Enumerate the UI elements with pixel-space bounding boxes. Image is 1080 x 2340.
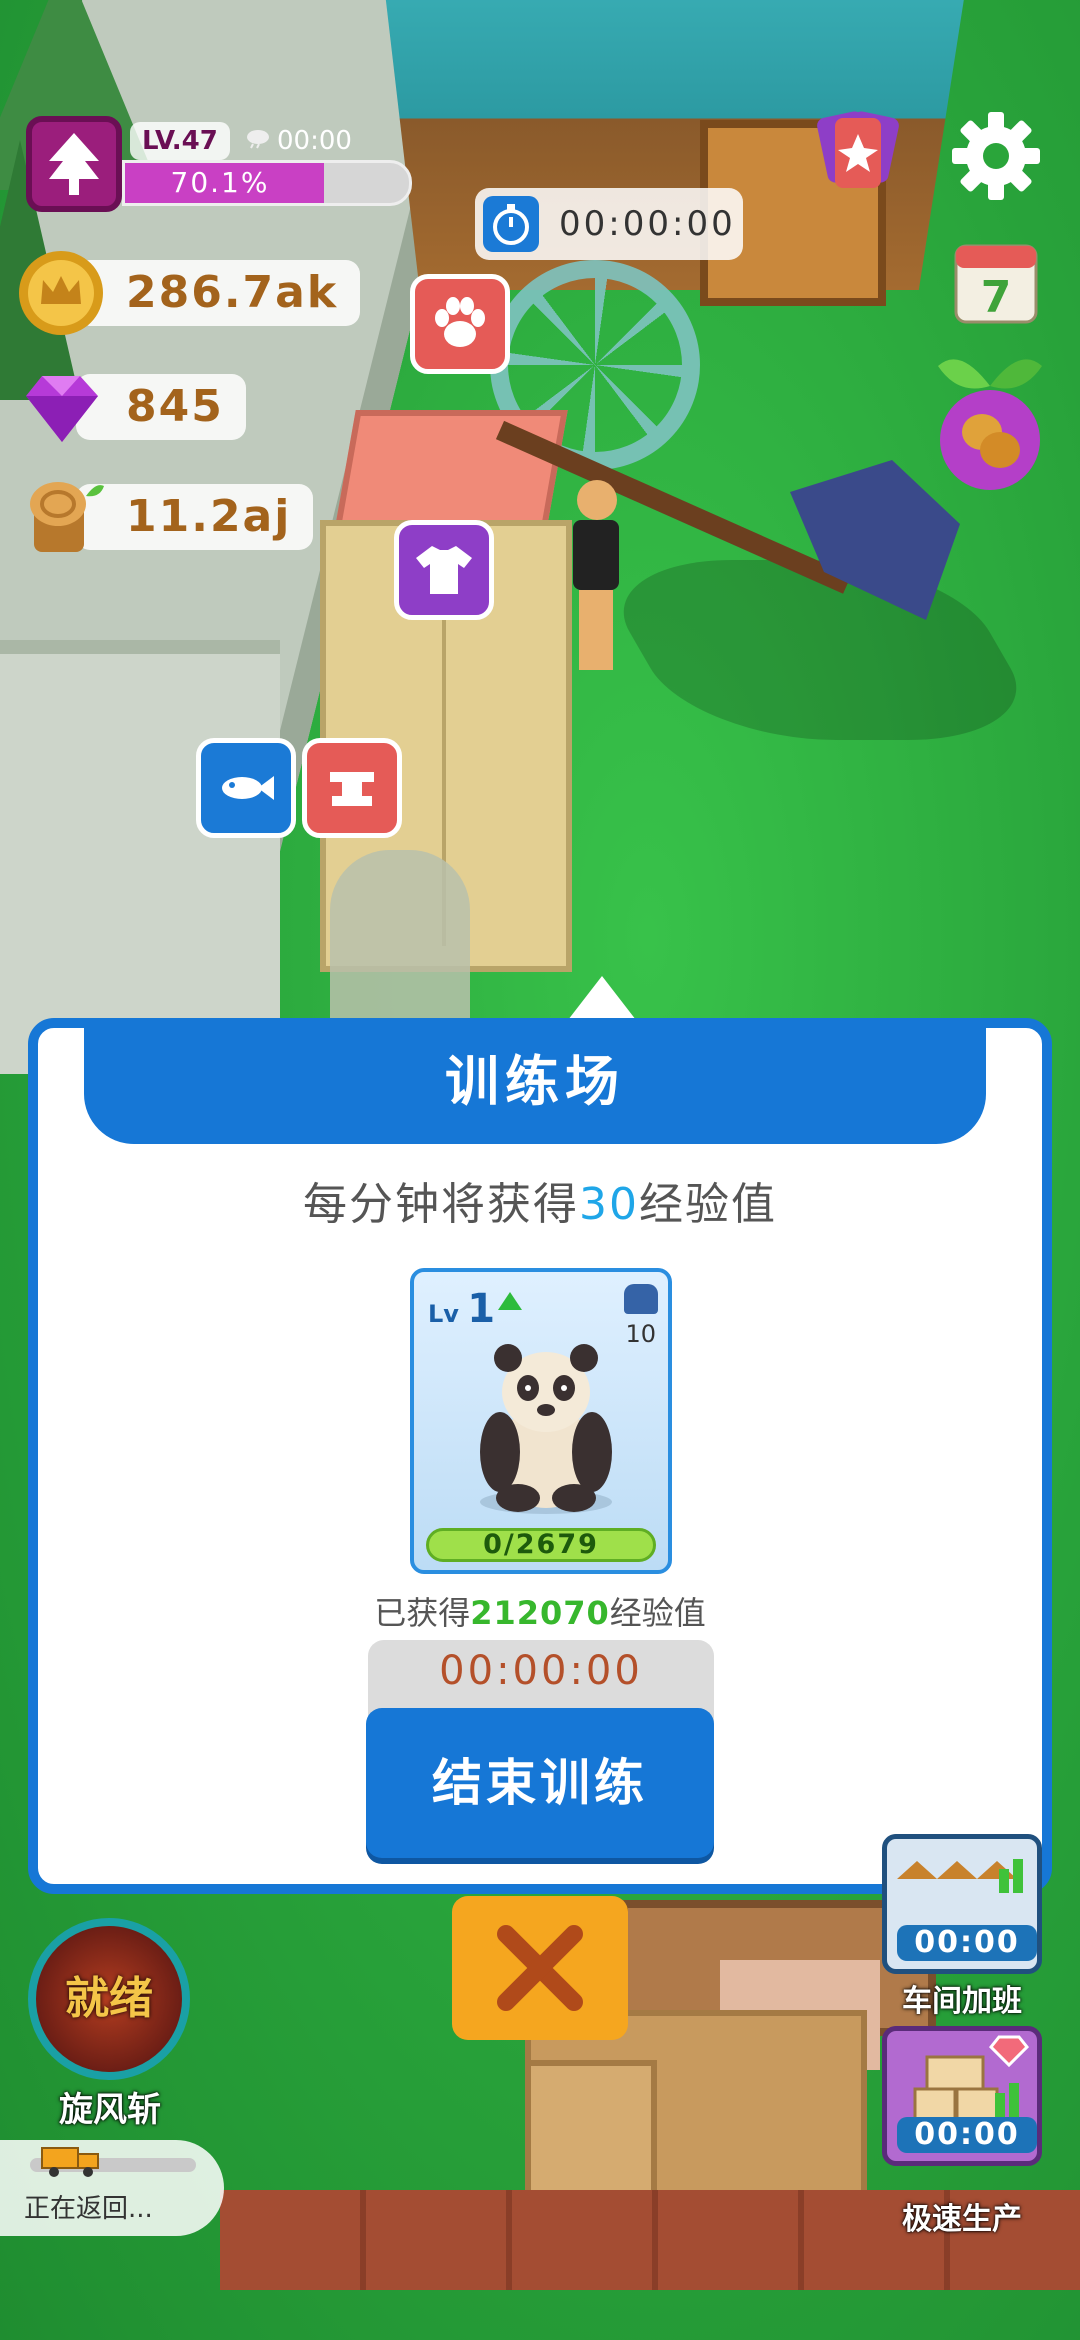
xp-bar: 70.1% (122, 160, 412, 206)
shirt-icon (416, 546, 472, 594)
level-timer: 00:00 (245, 122, 352, 160)
anvil-icon (330, 772, 374, 806)
skill-name: 旋风斩 (59, 2090, 161, 2130)
cards-icon[interactable] (808, 104, 908, 204)
character-shadow (588, 560, 1052, 740)
boxes-icon (913, 2035, 1030, 2125)
workshop-label: 车间加班 (902, 1984, 1022, 2019)
pet-capacity: 10 (625, 1320, 656, 1348)
workshop-timer: 00:00 (897, 1925, 1037, 1961)
gem-badge-icon (988, 2035, 1030, 2068)
main-timer-text: 00:00:00 (559, 204, 736, 244)
level-timer-text: 00:00 (277, 126, 352, 156)
delivery-status[interactable]: 正在返回... (0, 2140, 224, 2236)
anvil-button[interactable] (302, 738, 402, 838)
end-training-button[interactable]: 结束训练 (366, 1708, 714, 1858)
calendar-day: 7 (981, 272, 1012, 323)
close-icon (497, 1925, 583, 2011)
exp-gained-text: 已获得212070经验值 (374, 1594, 706, 1632)
wood-amount: 11.2aj (76, 484, 314, 550)
paved-lot (0, 640, 280, 1074)
whirlwind-skill-button[interactable]: 就绪 (28, 1918, 190, 2080)
skill-status: 就绪 (65, 1973, 153, 2024)
dialog-title: 训练场 (84, 1020, 986, 1144)
clothes-button[interactable] (394, 520, 494, 620)
backpack-icon (624, 1284, 658, 1314)
gem-icon (26, 376, 98, 442)
player-character (565, 480, 625, 680)
workshop-icon (897, 1859, 1023, 1893)
level-up-arrow-icon (498, 1292, 522, 1310)
fishing-button[interactable] (196, 738, 296, 838)
fruit-icon[interactable] (930, 346, 1050, 496)
panda-pet-card[interactable]: Lv 1 10 0/2679 (410, 1268, 672, 1574)
fish-icon (222, 776, 274, 800)
paw-icon (435, 297, 485, 347)
coins-amount: 286.7ak (76, 260, 361, 326)
log-icon (30, 482, 104, 552)
gear-icon[interactable] (946, 106, 1046, 206)
exp-rate-value: 30 (579, 1179, 639, 1230)
xp-percent: 70.1% (170, 166, 270, 199)
main-timer: 00:00:00 (475, 188, 743, 260)
crown-coin-icon (19, 251, 103, 335)
workshop-overtime-button[interactable]: 00:00 (882, 1834, 1042, 1974)
speed-production-timer: 00:00 (897, 2117, 1037, 2153)
training-timer-text: 00:00:00 (439, 1648, 643, 1694)
speed-production-button[interactable]: 00:00 (882, 2026, 1042, 2166)
speed-production-label: 极速生产 (902, 2202, 1022, 2237)
stopwatch-icon (483, 196, 539, 252)
pet-house (334, 410, 568, 532)
pet-exp-progress: 0/2679 (426, 1528, 656, 1562)
tree-icon[interactable] (26, 116, 122, 212)
truck-icon (41, 2147, 99, 2177)
level-label: LV.47 (130, 122, 230, 160)
calendar-icon[interactable]: 7 (946, 232, 1046, 332)
cloud-icon (245, 122, 271, 160)
delivery-status-text: 正在返回... (24, 2194, 153, 2224)
panda-image (480, 1344, 612, 1514)
close-button[interactable] (452, 1896, 628, 2040)
pet-level: Lv 1 (428, 1286, 496, 1332)
pet-button[interactable] (410, 274, 510, 374)
exp-gained-value: 212070 (470, 1594, 610, 1632)
dialog-pointer (568, 976, 636, 1020)
exp-rate-text: 每分钟将获得30经验值 (303, 1179, 777, 1230)
